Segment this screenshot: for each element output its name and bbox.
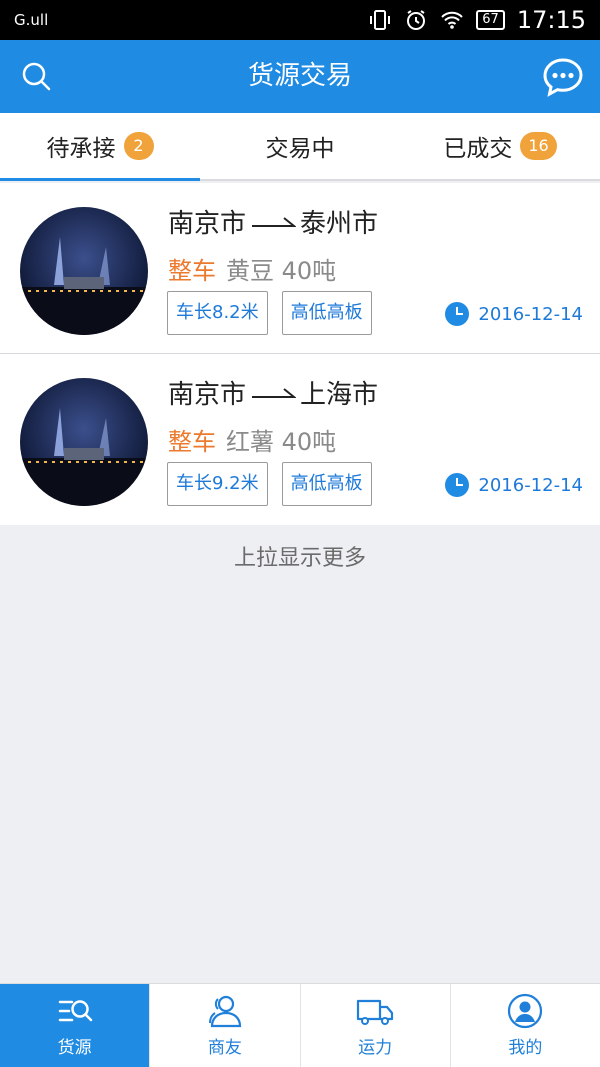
count-badge: 2 (123, 132, 154, 160)
list-item[interactable]: 南京市 泰州市 整车 黄豆 40吨 车长8.2米 高低高板 2016-12-14 (0, 183, 600, 354)
route-arrow-icon (252, 216, 297, 227)
tab-label: 待承接 (46, 136, 116, 162)
tag-group: 车长9.2米 高低高板 (167, 462, 372, 506)
clock: 17:15 (516, 6, 586, 34)
load-more-hint: 上拉显示更多 (233, 546, 366, 571)
truck-length-tag: 车长8.2米 (167, 291, 268, 335)
truck-length-tag: 车长9.2米 (167, 462, 268, 506)
clock-icon (445, 302, 470, 326)
date: 2016-12-14 (444, 472, 583, 498)
tab-in-progress[interactable]: 交易中 (200, 113, 400, 179)
truck-type-tag: 高低高板 (281, 462, 372, 506)
nav-capacity[interactable]: 运力 (299, 984, 450, 1067)
list-item[interactable]: 南京市 上海市 整车 红薯 40吨 车长9.2米 高低高板 2016-12-14 (0, 354, 600, 525)
tab-completed[interactable]: 已成交 16 (400, 113, 600, 179)
chat-icon[interactable] (542, 56, 584, 98)
nav-label: 商友 (207, 1038, 242, 1058)
truck-icon (357, 999, 394, 1025)
route-arrow-icon (252, 387, 297, 398)
goods-desc: 黄豆 40吨 (226, 257, 337, 285)
origin-city: 南京市 (168, 380, 247, 410)
list-search-icon (58, 1000, 92, 1022)
page-title: 货源交易 (247, 61, 352, 91)
person-icon (508, 993, 543, 1029)
vibrate-icon (370, 10, 391, 30)
nav-label: 我的 (508, 1038, 543, 1058)
date-text: 2016-12-14 (478, 303, 583, 325)
truck-type-tag: 高低高板 (281, 291, 372, 335)
date-text: 2016-12-14 (478, 474, 583, 496)
avatar (20, 378, 148, 506)
destination-city: 上海市 (300, 380, 379, 410)
status-bar: G.ull 67 17:15 (0, 0, 600, 40)
goods-desc: 红薯 40吨 (226, 428, 337, 456)
cargo-list: 南京市 泰州市 整车 黄豆 40吨 车长8.2米 高低高板 2016-12-14 … (0, 183, 600, 525)
nav-partners[interactable]: 商友 (149, 984, 299, 1067)
tag-group: 车长8.2米 高低高板 (167, 291, 372, 335)
date: 2016-12-14 (444, 301, 583, 327)
nav-label: 货源 (57, 1038, 92, 1058)
load-type: 整车 (168, 428, 216, 456)
goods-info: 整车 黄豆 40吨 (168, 251, 336, 286)
tab-label: 交易中 (265, 136, 335, 162)
battery-indicator: 67 (476, 10, 505, 30)
tab-bar: 待承接 2 交易中 已成交 16 (0, 113, 600, 181)
tab-pending[interactable]: 待承接 2 (0, 113, 200, 181)
signal-indicator: G.ull (14, 11, 49, 29)
count-badge: 16 (520, 132, 557, 160)
nav-mine[interactable]: 我的 (449, 984, 600, 1067)
nav-cargo[interactable]: 货源 (0, 984, 150, 1067)
route: 南京市 上海市 (168, 374, 378, 411)
route: 南京市 泰州市 (168, 203, 378, 240)
alarm-icon (407, 10, 426, 30)
avatar (20, 207, 148, 335)
destination-city: 泰州市 (300, 209, 379, 239)
nav-label: 运力 (358, 1038, 393, 1058)
origin-city: 南京市 (168, 209, 247, 239)
tab-label: 已成交 (443, 136, 513, 162)
clock-icon (445, 473, 470, 497)
wifi-icon (441, 11, 463, 29)
app-header: 货源交易 (0, 40, 600, 113)
bottom-nav: 货源 商友 运力 我的 (0, 983, 600, 1067)
load-type: 整车 (168, 257, 216, 285)
goods-info: 整车 红薯 40吨 (168, 422, 336, 457)
people-icon (208, 995, 241, 1028)
